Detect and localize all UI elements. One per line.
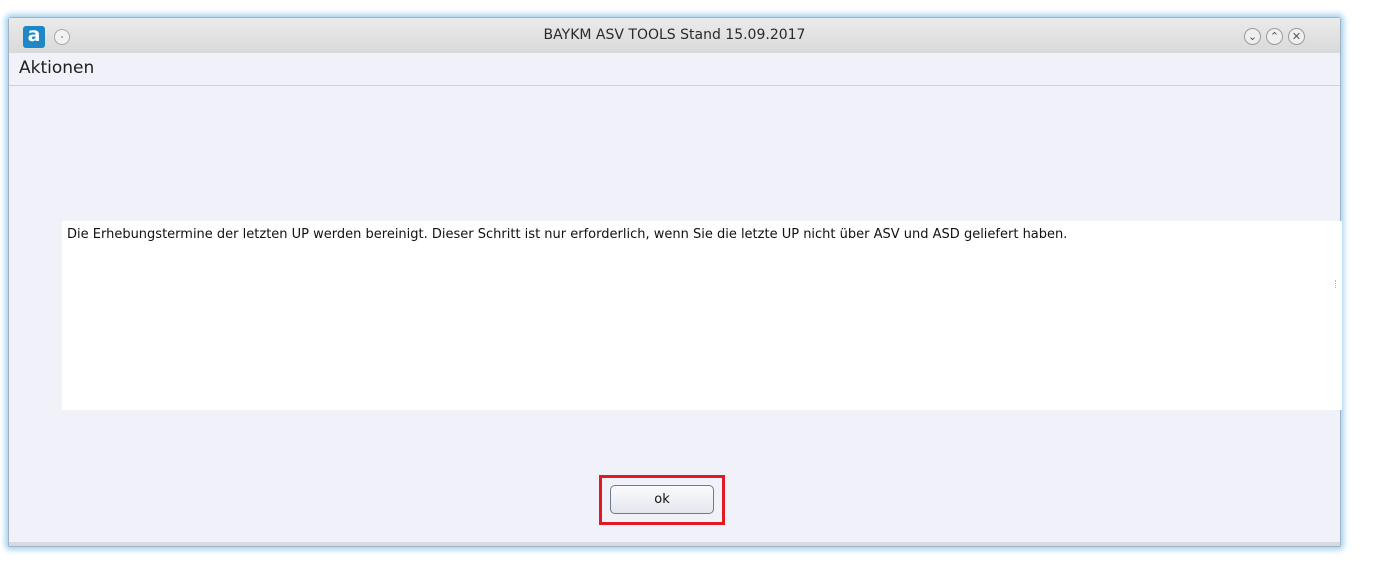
message-panel: Die Erhebungstermine der letzten UP werd…: [62, 221, 1342, 410]
ok-button[interactable]: ok: [610, 485, 714, 514]
window-title: BAYKM ASV TOOLS Stand 15.09.2017: [543, 27, 806, 43]
window-bottom-border: [9, 542, 1340, 546]
app-window: a BAYKM ASV TOOLS Stand 15.09.2017 ⌄ ⌃ ✕…: [8, 17, 1342, 547]
minimize-icon[interactable]: ⌄: [1244, 28, 1261, 45]
menu-bar: Aktionen: [9, 53, 1340, 86]
menu-item-aktionen[interactable]: Aktionen: [19, 58, 94, 78]
resize-grip-icon[interactable]: [1335, 280, 1338, 288]
title-bar[interactable]: a BAYKM ASV TOOLS Stand 15.09.2017 ⌄ ⌃ ✕: [9, 18, 1340, 54]
close-icon[interactable]: ✕: [1288, 28, 1305, 45]
message-text: Die Erhebungstermine der letzten UP werd…: [67, 227, 1068, 242]
maximize-icon[interactable]: ⌃: [1266, 28, 1283, 45]
